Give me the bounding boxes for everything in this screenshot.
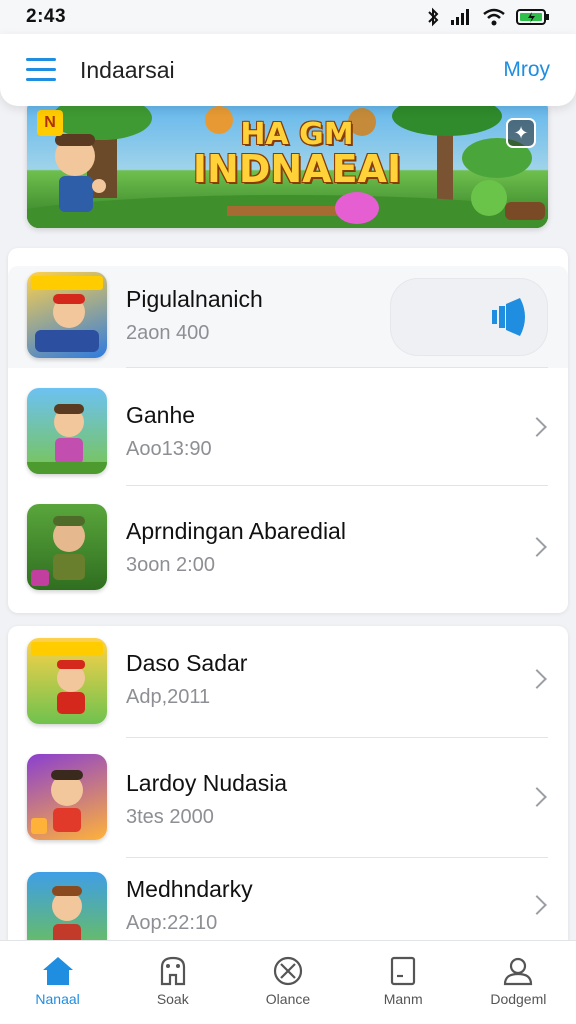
nav-item-document[interactable]: Manm <box>355 955 451 1007</box>
game-thumbnail <box>27 504 107 590</box>
bluetooth-icon <box>428 7 439 27</box>
game-thumbnail <box>27 638 107 724</box>
bottom-navigation: Nanaal Soak Olance Manm Dodgeml <box>0 940 576 1024</box>
banner-title-line1: HA GM <box>240 117 354 152</box>
banner-title: HA GM INDNAEAI <box>177 117 417 191</box>
list-item-title: Lardoy Nudasia <box>126 770 288 796</box>
nav-label: Nanaal <box>35 991 80 1007</box>
list-item[interactable]: Lardoy Nudasia 3tes 2000 <box>8 744 568 862</box>
status-icons <box>426 7 550 27</box>
nav-item-profile[interactable]: Dodgeml <box>470 955 566 1007</box>
profile-icon <box>504 957 533 986</box>
speaker-icon[interactable] <box>490 298 530 336</box>
chevron-right-icon <box>527 537 547 557</box>
list-item-subtitle: 2aon 400 <box>126 322 210 344</box>
nav-item-home[interactable]: Nanaal <box>10 955 106 1007</box>
row-divider <box>126 737 548 738</box>
nav-label: Olance <box>265 991 311 1007</box>
game-thumbnail <box>27 754 107 840</box>
list-item-title: Ganhe <box>126 402 196 428</box>
chevron-right-icon <box>527 669 547 689</box>
list-item[interactable]: Daso Sadar Adp,2011 <box>8 626 568 744</box>
banner-badge: N <box>37 110 63 136</box>
home-icon <box>42 957 73 985</box>
nav-item-store[interactable]: Soak <box>125 955 221 1007</box>
list-item-title: Aprndingan Abaredial <box>126 518 346 544</box>
document-icon <box>391 956 416 986</box>
cancel-circle-icon <box>273 956 303 986</box>
list-item[interactable]: Aprndingan Abaredial 3oon 2:00 <box>8 488 568 606</box>
banner-title-line2: INDNAEAI <box>192 147 402 191</box>
list-item[interactable]: Ganhe Aoo13:90 <box>8 368 568 486</box>
status-bar: 2:43 <box>0 0 576 34</box>
list-item-subtitle: 3oon 2:00 <box>126 554 215 576</box>
game-list-section-2: Daso Sadar Adp,2011 Lardoy Nudasia 3tes … <box>8 626 568 956</box>
signal-icon <box>451 9 469 25</box>
nav-label: Manm <box>383 991 423 1007</box>
row-divider <box>126 857 548 858</box>
list-item-title: Daso Sadar <box>126 650 248 676</box>
list-item-title: Medhndarky <box>126 876 253 902</box>
chevron-right-icon <box>527 895 547 915</box>
wifi-icon <box>483 8 505 26</box>
app-header: Indaarsai Mroy <box>0 34 576 106</box>
list-item-subtitle: Aoo13:90 <box>126 438 212 460</box>
list-item-subtitle: Adp,2011 <box>126 686 211 708</box>
expand-icon[interactable]: ✦ <box>506 118 536 148</box>
list-item-subtitle: Aop:22:10 <box>126 912 218 934</box>
game-list-section-1: Pigulalnanich 2aon 400 Ganhe Aoo13:90 Ap… <box>8 248 568 613</box>
list-item[interactable]: Pigulalnanich 2aon 400 <box>8 250 568 368</box>
nav-item-cancel[interactable]: Olance <box>240 955 336 1007</box>
chevron-right-icon <box>527 787 547 807</box>
nav-label: Dodgeml <box>490 991 547 1007</box>
game-thumbnail <box>27 272 107 358</box>
status-time: 2:43 <box>26 6 67 27</box>
row-divider <box>126 485 548 486</box>
chevron-right-icon <box>527 417 547 437</box>
promo-banner[interactable]: N HA GM INDNAEAI ✦ <box>27 98 548 228</box>
menu-icon[interactable] <box>26 58 56 82</box>
header-action-button[interactable]: Mroy <box>503 58 550 82</box>
nav-label: Soak <box>156 991 189 1007</box>
page-title: Indaarsai <box>80 56 175 83</box>
list-item-subtitle: 3tes 2000 <box>126 806 214 828</box>
list-item-title: Pigulalnanich <box>126 286 263 312</box>
store-icon <box>160 956 185 986</box>
game-thumbnail <box>27 388 107 474</box>
battery-icon <box>516 9 549 25</box>
